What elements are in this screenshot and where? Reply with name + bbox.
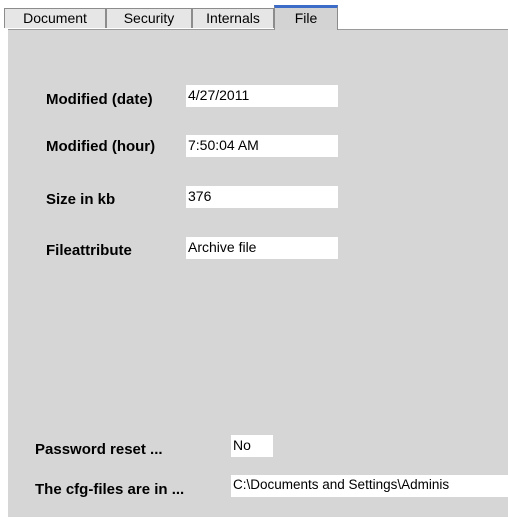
tab-file[interactable]: File xyxy=(274,5,338,30)
modified-date-label: Modified (date) xyxy=(46,91,153,108)
size-field[interactable]: 376 xyxy=(186,186,338,208)
modified-hour-field[interactable]: 7:50:04 AM xyxy=(186,135,338,157)
tab-internals[interactable]: Internals xyxy=(192,8,274,28)
modified-date-field[interactable]: 4/27/2011 xyxy=(186,85,338,107)
modified-hour-label: Modified (hour) xyxy=(46,138,156,155)
tab-document[interactable]: Document xyxy=(4,8,106,28)
file-tab-panel: Modified (date) 4/27/2011 Modified (hour… xyxy=(8,29,508,517)
cfg-files-label: The cfg-files are in ... xyxy=(35,481,185,498)
fileattribute-field[interactable]: Archive file xyxy=(186,237,338,259)
password-reset-field[interactable]: No xyxy=(231,435,273,457)
tab-security[interactable]: Security xyxy=(106,8,192,28)
properties-window: Document Security Internals File Modifie… xyxy=(0,0,508,529)
password-reset-label: Password reset ... xyxy=(35,441,163,458)
fileattribute-label: Fileattribute xyxy=(46,242,132,259)
size-label: Size in kb xyxy=(46,191,116,208)
cfg-files-path-field[interactable]: C:\Documents and Settings\Adminis xyxy=(231,475,508,497)
tab-strip: Document Security Internals File xyxy=(0,0,508,30)
